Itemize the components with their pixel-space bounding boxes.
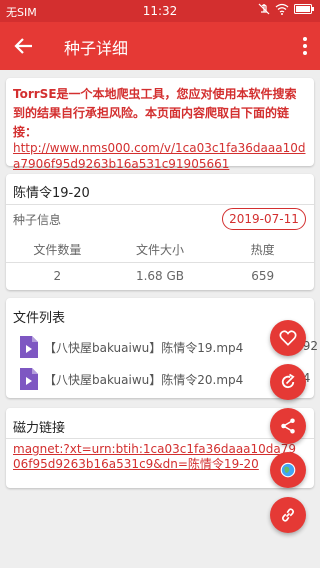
file-size-value: 1.68 GB [135,269,185,283]
video-file-icon [20,336,38,358]
file-count-header: 文件数量 [33,242,82,257]
status-icons [258,3,314,15]
file-size-header: 文件大小 [136,242,185,257]
share-button[interactable] [270,408,306,444]
disclaimer-card: TorrSE是一个本地爬虫工具，您应对使用本软件搜索到的结果自行承担风险。本页面… [6,78,314,171]
app-bar: 种子详细 [0,22,320,70]
list-item[interactable]: 【八快屋bakuaiwu】陈情令19.mp4 889.92 [6,334,318,360]
open-browser-button[interactable] [270,452,306,488]
link-icon [282,508,294,522]
refresh-icon [281,373,295,389]
file-count-value: 2 [53,269,62,283]
popularity-value: 659 [251,269,275,283]
magnet-link[interactable]: magnet:?xt=urn:btih:1ca03c1fa36daaa10da7… [13,442,298,472]
share-icon [281,418,295,434]
favorite-button[interactable] [270,320,306,356]
file-list-card: 文件列表 【八快屋bakuaiwu】陈情令19.mp4 889.92 【八快屋b… [6,298,318,398]
favorite-icon [279,330,297,346]
refresh-button[interactable] [270,364,306,400]
divider [6,204,314,205]
torrent-name: 陈情令19-20 [13,186,90,201]
torrent-info-label: 种子信息 [13,213,62,227]
browser-icon [280,462,296,478]
status-bar: 无SIM 11:32 [0,0,320,22]
divider [6,438,314,439]
copy-link-button[interactable] [270,497,306,533]
source-link[interactable]: http://www.nms000.com/v/1ca03c1fa36daaa1… [13,140,307,172]
popularity-header: 热度 [250,242,275,257]
file-name: 【八快屋bakuaiwu】陈情令19.mp4 [44,341,244,355]
date-badge: 2019-07-11 [222,208,306,230]
back-arrow-icon[interactable] [12,34,36,58]
stats-header-row: 文件数量 文件大小 热度 [6,236,314,262]
magnet-title: 磁力链接 [13,421,66,436]
more-vert-icon[interactable] [302,34,308,58]
file-list-title: 文件列表 [13,311,66,326]
mute-icon [258,3,270,15]
battery-icon [294,4,314,14]
file-name: 【八快屋bakuaiwu】陈情令20.mp4 [44,373,244,387]
stats-grid: 文件数量 文件大小 热度 2 1.68 GB 659 [6,236,314,289]
stats-value-row: 2 1.68 GB 659 [6,263,314,289]
torrent-info-card: 陈情令19-20 种子信息 2019-07-11 文件数量 文件大小 热度 2 … [6,174,314,290]
disclaimer-text: TorrSE是一个本地爬虫工具，您应对使用本软件搜索到的结果自行承担风险。本页面… [13,87,297,139]
divider [6,262,314,263]
page-title: 种子详细 [64,39,129,58]
wifi-icon [275,3,289,15]
magnet-card: 磁力链接 magnet:?xt=urn:btih:1ca03c1fa36daaa… [6,408,314,488]
video-file-icon [20,368,38,390]
list-item[interactable]: 【八快屋bakuaiwu】陈情令20.mp4 832.4 [6,366,314,392]
